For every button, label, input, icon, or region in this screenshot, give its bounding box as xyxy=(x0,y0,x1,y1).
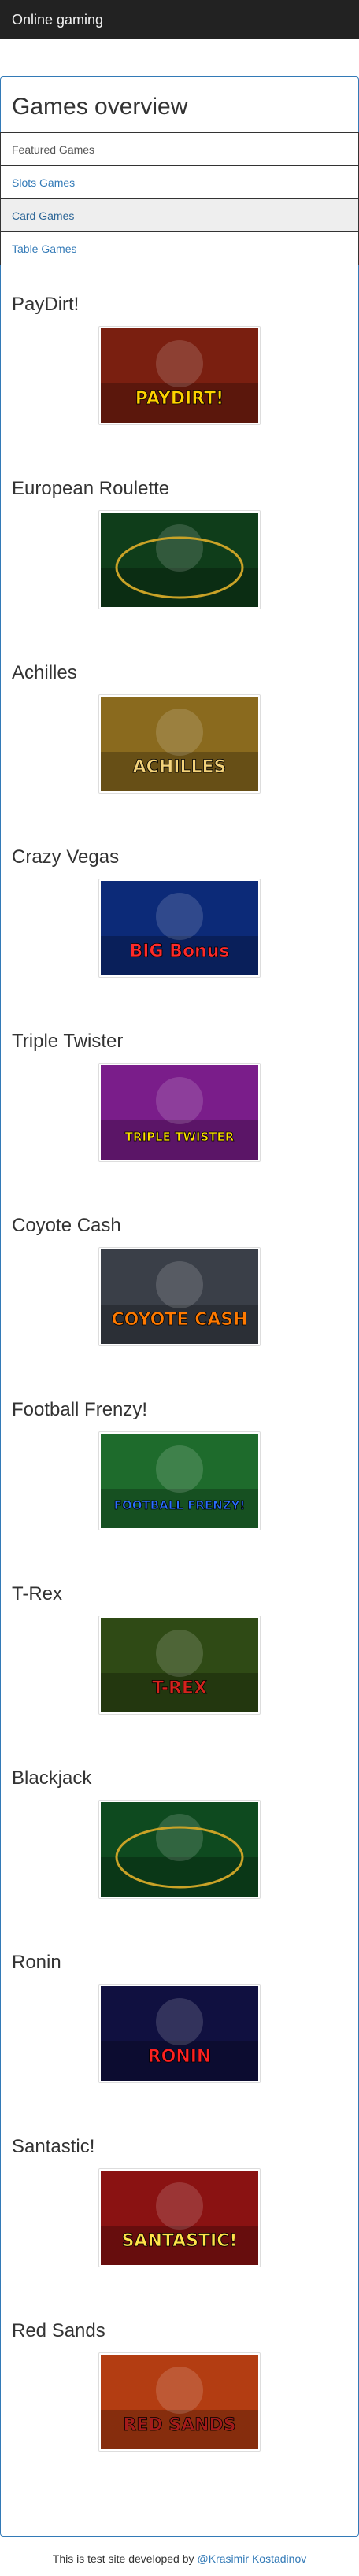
game-card: Crazy Vegas BIG Bonus xyxy=(12,818,347,1002)
game-title: Coyote Cash xyxy=(12,1215,121,1236)
svg-text:ACHILLES: ACHILLES xyxy=(133,757,227,777)
game-thumbnail-image: ACHILLES xyxy=(101,697,258,791)
paydirt-game-thumbnail[interactable]: PAYDIRT! xyxy=(98,326,261,425)
svg-text:COYOTE CASH: COYOTE CASH xyxy=(111,1310,247,1330)
games-overview-panel: Games overview Featured Games Slots Game… xyxy=(0,76,359,2537)
game-title: Red Sands xyxy=(12,2320,105,2341)
game-thumbnail-image xyxy=(101,513,258,607)
game-thumbnail-image: BIG Bonus xyxy=(101,881,258,975)
game-thumbnail-image: T-REX xyxy=(101,1618,258,1712)
game-card: PayDirt! PAYDIRT! xyxy=(12,265,347,450)
game-title: European Roulette xyxy=(12,478,170,499)
game-title: Triple Twister xyxy=(12,1031,124,1052)
game-category-nav: Featured Games Slots Games Card Games Ta… xyxy=(0,132,359,265)
game-card: Blackjack xyxy=(12,1739,347,1923)
nav-item-slots-games[interactable]: Slots Games xyxy=(0,165,359,199)
game-card: Coyote Cash COYOTE CASH xyxy=(12,1186,347,1371)
game-title: Crazy Vegas xyxy=(12,846,120,868)
game-thumbnail-wrapper: SANTASTIC! xyxy=(12,2165,347,2267)
nav-item-table-games[interactable]: Table Games xyxy=(0,231,359,265)
nav-item-card-games[interactable]: Card Games xyxy=(0,198,359,232)
game-thumbnail-wrapper: RED SANDS xyxy=(12,2349,347,2452)
game-thumbnail-wrapper: COYOTE CASH xyxy=(12,1244,347,1346)
svg-text:SANTASTIC!: SANTASTIC! xyxy=(122,2231,238,2251)
page-title: Games overview xyxy=(12,94,188,120)
game-thumbnail-image: TRIPLE TWISTER xyxy=(101,1065,258,1160)
game-thumbnail-wrapper: FOOTBALL FRENZY! xyxy=(12,1428,347,1530)
blackjack-game-thumbnail[interactable] xyxy=(98,1800,261,1899)
game-thumbnail-image: RED SANDS xyxy=(101,2355,258,2449)
game-thumbnail-wrapper: BIG Bonus xyxy=(12,875,347,978)
football-frenzy-game-thumbnail[interactable]: FOOTBALL FRENZY! xyxy=(98,1431,261,1530)
footer: This is test site developed by @Krasimir… xyxy=(0,2541,359,2576)
svg-text:PAYDIRT!: PAYDIRT! xyxy=(135,389,224,409)
game-thumbnail-wrapper xyxy=(12,1797,347,1899)
t-rex-game-thumbnail[interactable]: T-REX xyxy=(98,1616,261,1715)
crazy-vegas-game-thumbnail[interactable]: BIG Bonus xyxy=(98,879,261,978)
games-list: PayDirt! PAYDIRT! European Roulette Achille… xyxy=(1,265,358,2476)
game-card: Red Sands RED SANDS xyxy=(12,2292,347,2476)
game-thumbnail-wrapper: RONIN xyxy=(12,1981,347,2083)
game-card: Football Frenzy! FOOTBALL FRENZY! xyxy=(12,1371,347,1555)
footer-author-link[interactable]: @Krasimir Kostadinov xyxy=(198,2552,307,2565)
game-thumbnail-image: SANTASTIC! xyxy=(101,2171,258,2265)
svg-text:FOOTBALL FRENZY!: FOOTBALL FRENZY! xyxy=(114,1498,246,1512)
game-thumbnail-image xyxy=(101,1802,258,1897)
game-card: European Roulette xyxy=(12,450,347,634)
game-card: T-Rex T-REX xyxy=(12,1555,347,1739)
nav-header-featured-games: Featured Games xyxy=(0,132,359,166)
svg-text:RED SANDS: RED SANDS xyxy=(123,2415,235,2435)
game-thumbnail-image: FOOTBALL FRENZY! xyxy=(101,1434,258,1528)
game-thumbnail-wrapper: ACHILLES xyxy=(12,691,347,794)
game-title: Santastic! xyxy=(12,2136,95,2157)
svg-text:BIG Bonus: BIG Bonus xyxy=(130,942,230,961)
game-card: Santastic! SANTASTIC! xyxy=(12,2108,347,2292)
triple-twister-game-thumbnail[interactable]: TRIPLE TWISTER xyxy=(98,1063,261,1162)
santastic-game-thumbnail[interactable]: SANTASTIC! xyxy=(98,2168,261,2267)
roulette-game-thumbnail[interactable] xyxy=(98,510,261,609)
svg-text:T-REX: T-REX xyxy=(152,1678,207,1698)
game-title: Achilles xyxy=(12,662,77,683)
ronin-game-thumbnail[interactable]: RONIN xyxy=(98,1984,261,2083)
game-card: Achilles ACHILLES xyxy=(12,634,347,818)
game-title: Blackjack xyxy=(12,1767,92,1789)
game-thumbnail-wrapper: TRIPLE TWISTER xyxy=(12,1060,347,1162)
game-card: Triple Twister TRIPLE TWISTER xyxy=(12,1002,347,1186)
panel-heading: Games overview xyxy=(1,77,358,132)
game-thumbnail-wrapper: PAYDIRT! xyxy=(12,323,347,425)
game-title: PayDirt! xyxy=(12,294,80,315)
game-title: Ronin xyxy=(12,1952,61,1973)
navbar-brand-link[interactable]: Online gaming xyxy=(12,12,103,28)
game-thumbnail-wrapper xyxy=(12,507,347,609)
game-card: Ronin RONIN xyxy=(12,1923,347,2108)
game-thumbnail-image: COYOTE CASH xyxy=(101,1249,258,1344)
svg-text:RONIN: RONIN xyxy=(148,2047,212,2067)
red-sands-game-thumbnail[interactable]: RED SANDS xyxy=(98,2352,261,2452)
game-title: Football Frenzy! xyxy=(12,1399,148,1420)
achilles-game-thumbnail[interactable]: ACHILLES xyxy=(98,694,261,794)
game-thumbnail-image: RONIN xyxy=(101,1986,258,2081)
game-thumbnail-wrapper: T-REX xyxy=(12,1612,347,1715)
game-title: T-Rex xyxy=(12,1583,63,1604)
game-thumbnail-image: PAYDIRT! xyxy=(101,328,258,423)
top-navbar: Online gaming xyxy=(0,0,359,39)
coyote-cash-game-thumbnail[interactable]: COYOTE CASH xyxy=(98,1247,261,1346)
svg-text:TRIPLE TWISTER: TRIPLE TWISTER xyxy=(125,1130,235,1144)
footer-text: This is test site developed by xyxy=(52,2552,194,2565)
